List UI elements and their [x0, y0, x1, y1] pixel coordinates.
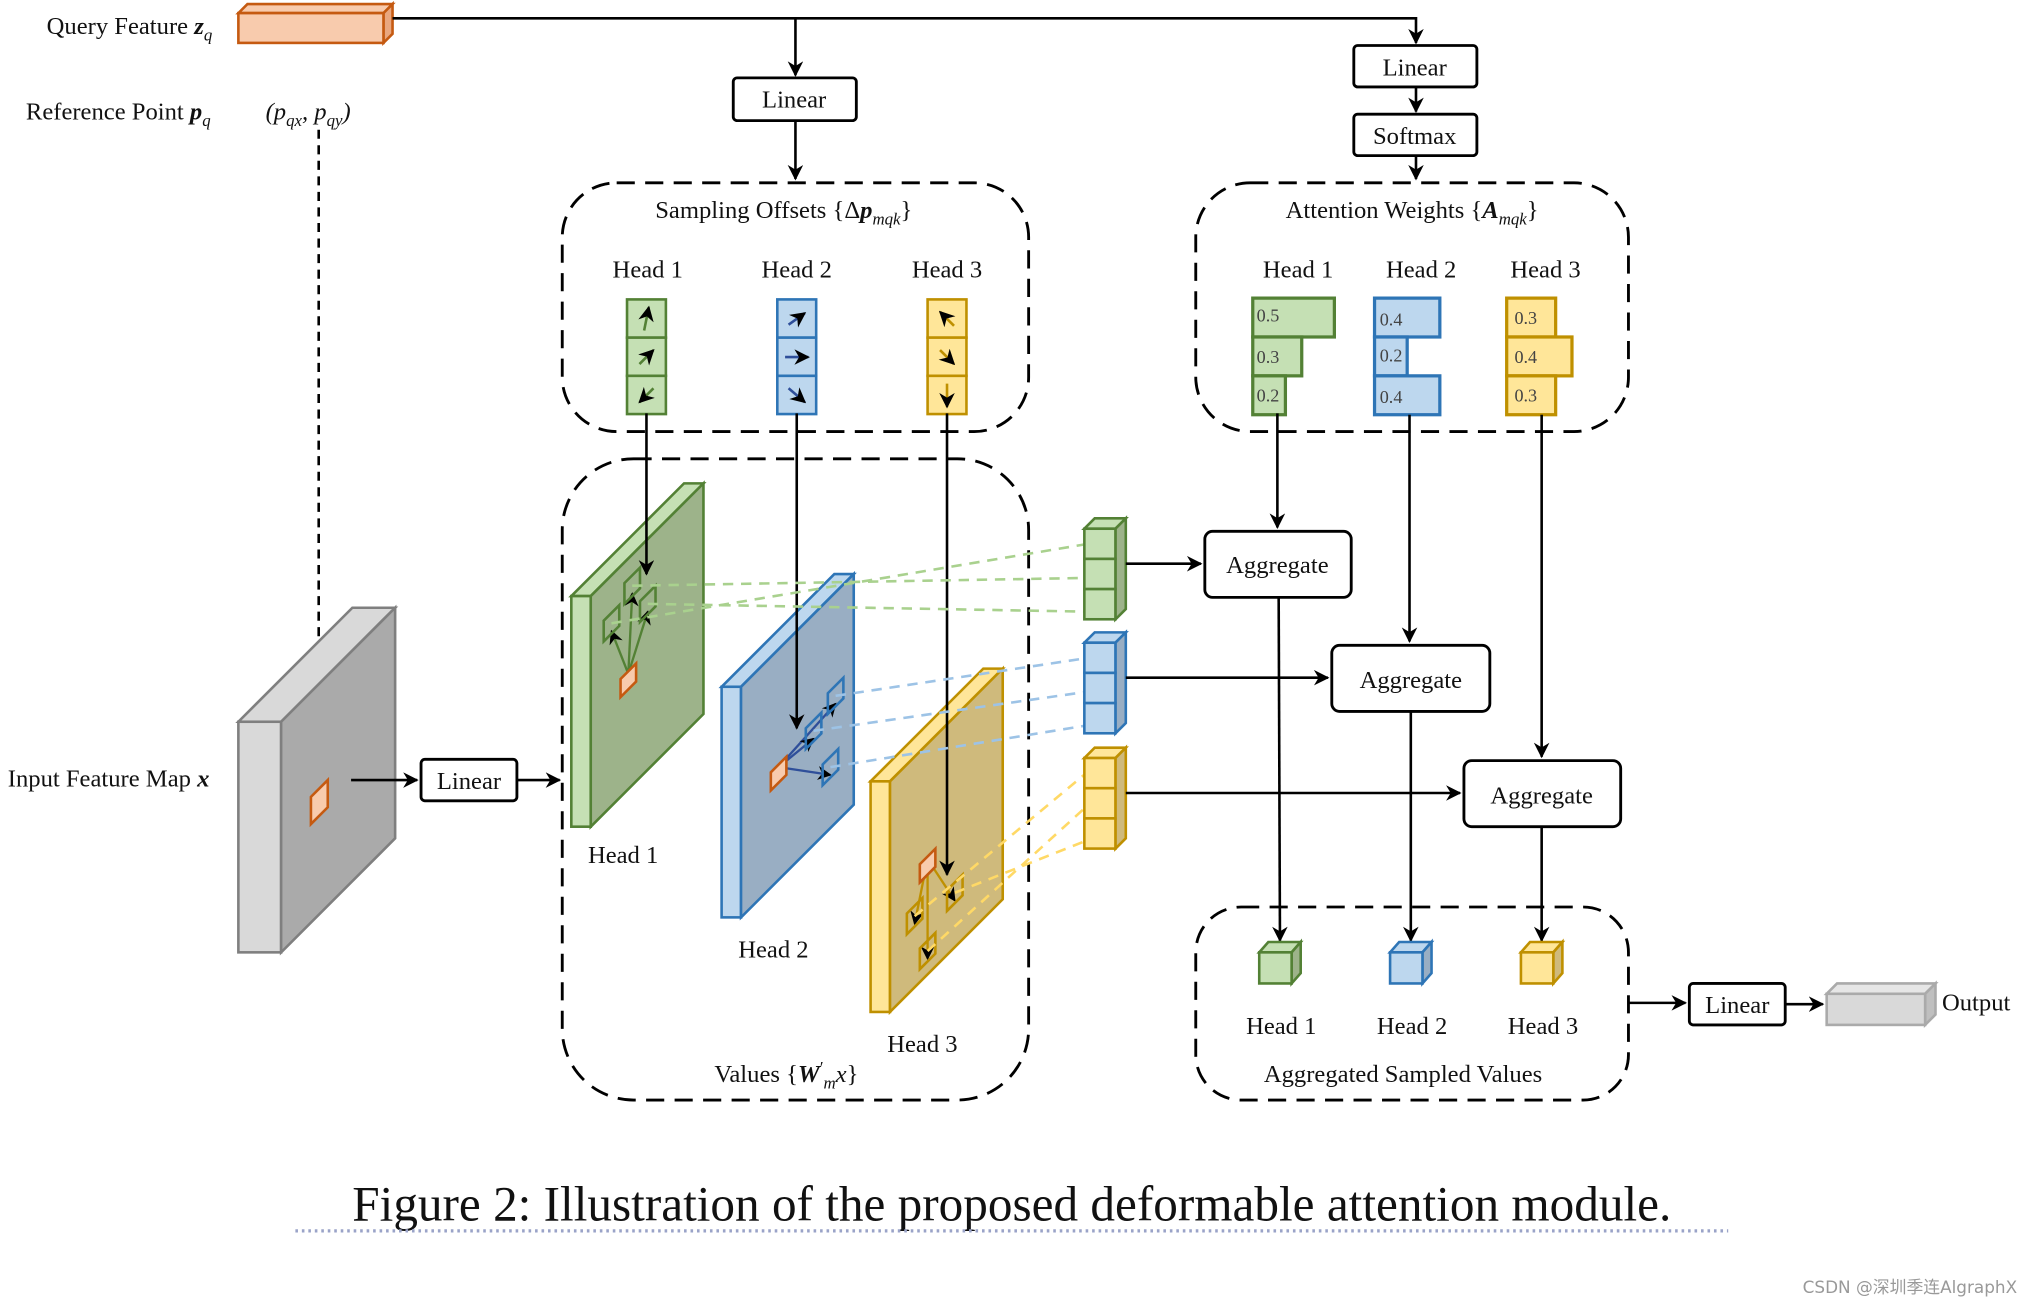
weight-head-1-label: Head 1: [1263, 256, 1333, 283]
svg-text:0.3: 0.3: [1257, 347, 1280, 367]
svg-text:0.3: 0.3: [1514, 386, 1537, 406]
query-feature-label: Query Feature zq: [47, 13, 213, 44]
svg-text:0.5: 0.5: [1257, 305, 1280, 325]
svg-text:0.2: 0.2: [1257, 386, 1280, 406]
output-block: [1823, 980, 1939, 1029]
value-head-1-label: Head 1: [588, 842, 658, 869]
svg-text:Linear: Linear: [762, 87, 826, 114]
reference-point-label: Reference Point pq: [26, 98, 211, 129]
arrow-aggregate-1: [1272, 597, 1288, 943]
cube-front: [1519, 951, 1555, 985]
stack-side: [1114, 515, 1128, 623]
query-feature-block: [235, 0, 396, 47]
aggregated-head-2-label: Head 2: [1377, 1013, 1447, 1040]
stack-side: [1114, 629, 1128, 737]
sampling-offsets-title: Sampling Offsets {Δpmqk}: [655, 197, 912, 228]
svg-text:Linear: Linear: [437, 768, 501, 795]
query-line-right: [392, 16, 1424, 45]
svg-text:0.2: 0.2: [1380, 346, 1403, 366]
cube-front: [1388, 951, 1424, 985]
aggregated-cube-head-3: [1518, 938, 1566, 987]
offset-head-1-label: Head 1: [613, 256, 683, 283]
sampled-value-cell: [1083, 756, 1117, 790]
svg-text:Aggregate: Aggregate: [1226, 552, 1329, 579]
svg-text:0.4: 0.4: [1380, 309, 1403, 329]
aggregated-head-3-label: Head 3: [1508, 1013, 1578, 1040]
linear-values-box: Linear: [419, 757, 519, 803]
value-head-3-label: Head 3: [887, 1031, 957, 1058]
output-label: Output: [1942, 990, 2011, 1017]
values-title: Values {W′mx}: [714, 1058, 858, 1093]
aggregated-cube-head-2: [1387, 938, 1435, 987]
offset-stack-head-1: [625, 298, 668, 416]
plane-side-edge: [720, 685, 743, 919]
reference-coords: (pqx, pqy): [266, 98, 351, 129]
weight-head-2-label: Head 2: [1386, 256, 1456, 283]
svg-text:Linear: Linear: [1383, 54, 1447, 81]
linear-weights-box: Linear: [1352, 44, 1479, 89]
aggregated-head-1-label: Head 1: [1246, 1013, 1316, 1040]
aggregate-box-head-1: Aggregate: [1203, 529, 1353, 599]
plane-side-edge: [869, 780, 892, 1014]
value-head-2-label: Head 2: [738, 937, 808, 964]
sampled-value-cell: [1083, 701, 1117, 735]
svg-text:Linear: Linear: [1705, 992, 1769, 1019]
offset-stack-head-2: [776, 298, 818, 416]
offset-head-3-label: Head 3: [912, 256, 982, 283]
sampled-value-cell: [1083, 587, 1117, 621]
attention-weights-title: Attention Weights {Amqk}: [1286, 197, 1539, 228]
aggregate-box-head-2: Aggregate: [1330, 643, 1492, 713]
weight-head-3-label: Head 3: [1510, 256, 1580, 283]
sampled-value-cell: [1083, 817, 1117, 850]
svg-text:0.4: 0.4: [1380, 387, 1403, 407]
sampled-value-cell: [1083, 786, 1117, 820]
linear-output-box: Linear: [1687, 982, 1787, 1027]
svg-text:Softmax: Softmax: [1373, 123, 1456, 150]
aggregated-values-title: Aggregated Sampled Values: [1264, 1061, 1542, 1088]
stack-side: [1114, 744, 1128, 852]
offset-head-2-label: Head 2: [762, 256, 832, 283]
svg-text:Aggregate: Aggregate: [1360, 667, 1463, 694]
aggregated-cube-head-1: [1256, 938, 1304, 987]
svg-text:Aggregate: Aggregate: [1490, 782, 1593, 809]
aggregate-box-head-3: Aggregate: [1462, 759, 1623, 829]
svg-text:0.4: 0.4: [1514, 347, 1537, 367]
value-plane-head-1: [568, 480, 707, 830]
plane-side-edge: [570, 594, 593, 828]
svg-text:0.3: 0.3: [1514, 308, 1537, 328]
sampled-value-cell: [1083, 671, 1117, 705]
value-plane-head-2: [718, 570, 857, 921]
figure-caption: Figure 2: Illustration of the proposed d…: [352, 1177, 1671, 1232]
linear-offsets-box: Linear: [731, 76, 858, 123]
input-feature-map-label: Input Feature Map x: [8, 766, 210, 793]
deformable-attention-diagram: Query Feature zq Reference Point pq (pqx…: [8, 0, 2017, 1297]
sampled-value-cell: [1083, 527, 1117, 561]
sampled-value-cell: [1083, 557, 1117, 591]
offset-stack-head-3: [926, 298, 968, 416]
watermark: CSDN @深圳季连AlgraphX: [1803, 1277, 2017, 1297]
softmax-box: Softmax: [1352, 112, 1479, 158]
sampled-value-cell: [1083, 641, 1117, 675]
cube-front: [1257, 951, 1293, 985]
sampling-connector: [647, 602, 1086, 613]
